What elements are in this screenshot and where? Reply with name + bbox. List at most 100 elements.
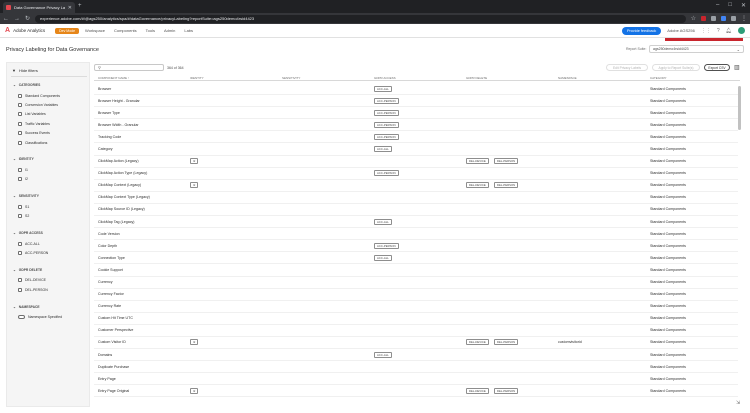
table-row[interactable]: Custom Visitor ID I2 DEL-DEVICE DEL-PERSON c… bbox=[94, 337, 738, 350]
org-switcher[interactable]: Adobe AGS256 bbox=[667, 28, 695, 33]
filter-group-title[interactable]: ⌄ IDENTITY bbox=[13, 157, 89, 161]
table-row[interactable]: ClickMap Context (Legacy) I2 DEL-DEVICE DEL… bbox=[94, 180, 738, 192]
extension-icon[interactable] bbox=[721, 16, 726, 21]
filter-option[interactable]: I1 bbox=[13, 165, 89, 174]
table-row[interactable]: ClickMap Context Type (Legacy) Standard C… bbox=[94, 192, 738, 204]
table-row[interactable]: ClickMap Tag (Legacy) ACC-ALL Standard Com… bbox=[94, 216, 738, 229]
filter-option[interactable]: Standard Components bbox=[13, 91, 89, 100]
filter-option[interactable]: S1 bbox=[13, 202, 89, 211]
app-name[interactable]: Adobe Analytics bbox=[13, 28, 45, 33]
back-icon[interactable]: ← bbox=[3, 16, 9, 22]
provide-feedback-button[interactable]: Provide feedback bbox=[621, 26, 662, 35]
checkbox[interactable] bbox=[18, 140, 22, 145]
column-header-category[interactable]: CATEGORY bbox=[650, 76, 667, 80]
apply-to-report-suites-button[interactable]: Apply to Report Suite(s) bbox=[652, 64, 700, 71]
filter-option[interactable]: Namespace Specified bbox=[13, 313, 89, 322]
table-row[interactable]: Tracking Code ACC-PERSON Standard Componen… bbox=[94, 131, 738, 144]
scrollbar-thumb[interactable] bbox=[737, 86, 741, 130]
avatar[interactable] bbox=[738, 27, 745, 34]
checkbox[interactable] bbox=[18, 168, 22, 173]
new-tab-icon[interactable]: + bbox=[78, 3, 82, 9]
menu-icon[interactable]: ⋮ bbox=[741, 15, 747, 22]
table-row[interactable]: Browser Height - Granular ACC-PERSON Stand… bbox=[94, 95, 738, 108]
checkbox[interactable] bbox=[18, 204, 22, 209]
export-csv-button[interactable]: Export CSV bbox=[704, 64, 730, 71]
checkbox[interactable] bbox=[18, 251, 22, 256]
nav-tools[interactable]: Tools bbox=[146, 28, 155, 33]
star-icon[interactable]: ☆ bbox=[691, 15, 696, 22]
table-row[interactable]: Cookie Support Standard Components bbox=[94, 264, 738, 277]
table-row[interactable]: ClickMap Action (Legacy) I2 DEL-DEVICE DEL-… bbox=[94, 156, 738, 168]
table-row[interactable]: Currency Standard Components bbox=[94, 277, 738, 289]
edit-privacy-labels-button[interactable]: Edit Privacy Labels bbox=[606, 64, 648, 71]
table-row[interactable]: ClickMap Source ID (Legacy) Standard Comp… bbox=[94, 204, 738, 217]
filter-option[interactable]: S2 bbox=[13, 212, 89, 221]
filter-option[interactable]: I2 bbox=[13, 175, 89, 184]
reload-icon[interactable]: ↻ bbox=[25, 15, 30, 22]
maximize-icon[interactable]: □ bbox=[728, 2, 732, 9]
table-row[interactable]: Category ACC-ALL Standard Components bbox=[94, 143, 738, 156]
column-settings-icon[interactable]: ▥ bbox=[734, 64, 740, 71]
table-row[interactable]: Color Depth ACC-PERSON Standard Components bbox=[94, 240, 738, 253]
column-header-identity[interactable]: IDENTITY bbox=[190, 76, 204, 80]
checkbox[interactable] bbox=[18, 278, 22, 283]
filter-option[interactable]: Traffic Variables bbox=[13, 119, 89, 128]
table-row[interactable]: Custom Hit Time UTC Standard Components bbox=[94, 313, 738, 325]
minimize-icon[interactable]: – bbox=[716, 2, 719, 9]
checkbox[interactable] bbox=[18, 93, 22, 98]
table-row[interactable]: Browser Type ACC-PERSON Standard Component… bbox=[94, 107, 738, 120]
column-header-sensitivity[interactable]: SENSITIVITY bbox=[282, 76, 300, 80]
column-header-gdpr-delete[interactable]: GDPR DELETE bbox=[466, 76, 487, 80]
close-tab-icon[interactable]: ✕ bbox=[68, 5, 72, 11]
table-row[interactable]: Entry Page Standard Components bbox=[94, 373, 738, 386]
checkbox[interactable] bbox=[18, 241, 22, 246]
nav-admin[interactable]: Admin bbox=[164, 28, 175, 33]
hide-filters-button[interactable]: ▼ Hide filters bbox=[12, 68, 38, 73]
expand-icon[interactable]: ⇲ bbox=[736, 400, 740, 406]
checkbox[interactable] bbox=[18, 287, 22, 292]
table-row[interactable]: Connection Type ACC-ALL Standard Component… bbox=[94, 252, 738, 265]
filter-group-title[interactable]: ⌄ SENSITIVITY bbox=[13, 194, 89, 198]
filter-group-title[interactable]: ⌄ GDPR DELETE bbox=[13, 268, 89, 272]
table-row[interactable]: Entry Page Original I2 DEL-DEVICE DEL-PERSO… bbox=[94, 385, 738, 398]
filter-option[interactable]: List Variables bbox=[13, 110, 89, 119]
profile-icon[interactable] bbox=[731, 16, 736, 21]
checkbox[interactable] bbox=[18, 121, 22, 126]
help-icon[interactable]: ? bbox=[717, 28, 720, 34]
filter-group-title[interactable]: ⌄ CATEGORIES bbox=[13, 83, 89, 87]
checkbox[interactable] bbox=[18, 112, 22, 117]
extension-icon[interactable] bbox=[711, 16, 716, 21]
browser-tab[interactable]: Data Governance Privacy Labeli... ✕ bbox=[3, 2, 75, 13]
filter-option[interactable]: ACC-ALL bbox=[13, 239, 89, 248]
table-row[interactable]: Customer Perspective Standard Components bbox=[94, 325, 738, 337]
table-row[interactable]: Browser Width - Granular ACC-PERSON Standa… bbox=[94, 119, 738, 132]
filter-option[interactable]: Conversion Variables bbox=[13, 100, 89, 109]
scrollbar[interactable] bbox=[737, 83, 741, 399]
search-input[interactable]: ⚲ bbox=[94, 64, 164, 71]
table-row[interactable]: Browser ACC-ALL Standard Components bbox=[94, 83, 738, 96]
table-row[interactable]: Domains ACC-ALL Standard Components bbox=[94, 349, 738, 362]
nav-components[interactable]: Components bbox=[114, 28, 137, 33]
nav-workspace[interactable]: Workspace bbox=[85, 28, 105, 33]
checkbox[interactable] bbox=[18, 131, 22, 136]
column-header-namespace[interactable]: NAMESPACE bbox=[558, 76, 577, 80]
table-row[interactable]: Duplicate Purchase Standard Components bbox=[94, 361, 738, 374]
notifications-icon[interactable]: 🔔︎ bbox=[726, 28, 732, 34]
url-field[interactable]: experience.adobe.com/#/@ags250/analytics… bbox=[35, 14, 686, 23]
report-suite-select[interactable]: ags250demo4rsid4423 ⌄ bbox=[649, 45, 744, 53]
close-window-icon[interactable]: ✕ bbox=[741, 2, 746, 9]
filter-option[interactable]: Success Events bbox=[13, 129, 89, 138]
forward-icon[interactable]: → bbox=[14, 16, 20, 22]
filter-group-title[interactable]: ⌄ GDPR ACCESS bbox=[13, 231, 89, 235]
extension-icon[interactable] bbox=[701, 16, 706, 21]
apps-grid-icon[interactable]: ⋮⋮ bbox=[701, 28, 711, 34]
checkbox[interactable] bbox=[18, 103, 22, 108]
checkbox[interactable] bbox=[18, 177, 22, 182]
column-header-component-name[interactable]: COMPONENT NAME ↑ bbox=[98, 76, 129, 80]
table-row[interactable]: Currency Factor Standard Components bbox=[94, 289, 738, 301]
adobe-logo-icon[interactable]: A bbox=[5, 27, 10, 34]
toggle-switch[interactable] bbox=[18, 315, 25, 320]
filter-option[interactable]: Classifications bbox=[13, 138, 89, 147]
column-header-gdpr-access[interactable]: GDPR ACCESS bbox=[374, 76, 396, 80]
nav-labs[interactable]: Labs bbox=[184, 28, 193, 33]
